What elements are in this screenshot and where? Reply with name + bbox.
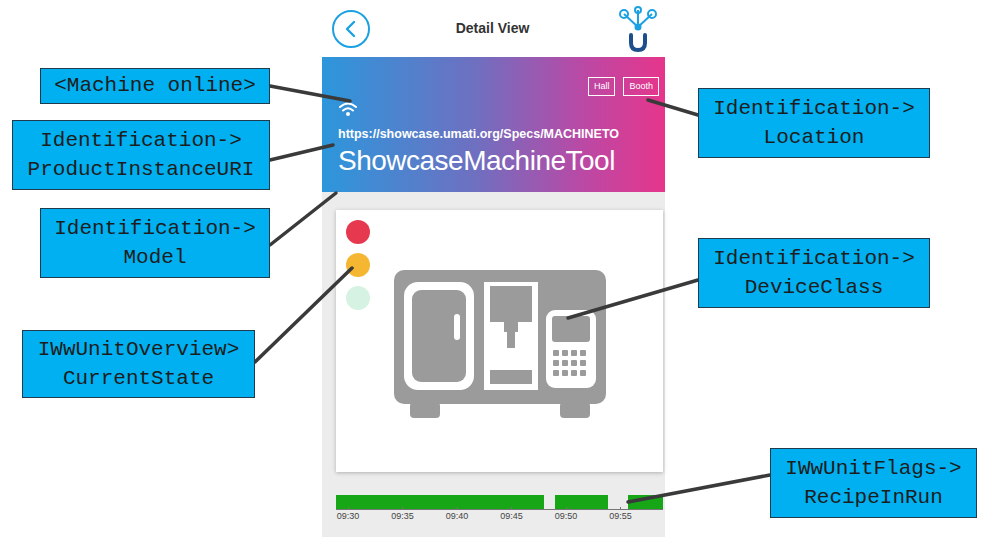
callout-text: ProductInstanceURI [28,155,255,184]
machine-card [336,210,663,472]
connector-line [270,86,350,101]
callout-box: IWwUnitOverview>CurrentState [22,330,255,398]
callout-text: IWwUnitOverview> [38,335,240,364]
tick-mark [402,507,403,510]
tick-mark [620,507,621,510]
annotated-screenshot: Detail View Hall Booth https://showcase.uma… [0,0,989,537]
callout-text: DeviceClass [745,273,884,302]
timeline-track [336,495,663,510]
app-header: Detail View [322,0,665,57]
timeline-axis: 09:30 09:35 09:40 09:45 09:50 09:55 [336,510,663,524]
callout-text: Location [764,123,865,152]
callout-text: Identification-> [54,214,256,243]
status-lights [336,210,380,472]
status-light [346,253,370,277]
tick-mark [457,507,458,510]
tick-label: 09:40 [446,511,469,522]
connector-line [628,475,770,502]
tick-label: 09:30 [337,511,360,522]
run-segment [336,495,544,509]
run-segment [628,495,663,509]
connector-line [648,100,698,115]
callout-text: CurrentState [63,364,214,393]
connector-line [270,193,336,245]
callout-text: <Machine online> [54,71,256,100]
device-class [380,210,663,472]
callout-text: Model [123,243,186,272]
tick-label: 09:55 [609,511,632,522]
callout-text: RecipeInRun [804,483,943,512]
location-badges: Hall Booth [338,77,663,96]
umati-logo[interactable] [615,5,661,53]
location-badge: Hall [588,77,616,96]
callout-box: IWwUnitFlags->RecipeInRun [770,448,977,518]
content-area: 09:30 09:35 09:40 09:45 09:50 09:55 [322,192,665,537]
page-title: Detail View [456,18,530,39]
callout-text: Identification-> [40,126,242,155]
run-segment [555,495,608,509]
machine-banner: Hall Booth https://showcase.umati.org/Spec… [322,57,665,192]
callout-text: Identification-> [713,94,915,123]
tick-label: 09:45 [500,511,523,522]
callout-text: IWwUnitFlags-> [785,454,961,483]
connector-line [270,145,333,160]
umati-logo-icon [615,5,661,53]
callout-box: Identification->Model [40,208,270,278]
callout-box: <Machine online> [40,68,270,104]
product-instance-uri[interactable]: https://showcase.umati.org/Specs/MACHINE… [338,126,663,143]
callout-text: Identification-> [713,244,915,273]
machine-tool-icon [390,266,610,426]
tick-mark [566,507,567,510]
back-button[interactable] [332,10,370,48]
status-light [346,286,370,310]
phone-screen: Detail View Hall Booth https://showcase.uma… [322,0,665,537]
recipe-in-run-timeline: 09:30 09:35 09:40 09:45 09:50 09:55 [336,495,663,524]
callout-box: Identification->ProductInstanceURI [12,120,270,190]
location-badge: Booth [623,77,659,96]
status-light [346,220,370,244]
tick-mark [348,507,349,510]
chevron-left-icon [341,19,361,39]
tick-label: 09:50 [555,511,578,522]
connector-line [568,280,698,318]
connector-line [255,268,352,362]
machine-model: ShowcaseMachineTool [338,143,663,178]
tick-mark [511,507,512,510]
callout-box: Identification->Location [698,88,930,158]
online-indicator [338,96,663,112]
callout-box: Identification->DeviceClass [698,238,930,308]
tick-label: 09:35 [391,511,414,522]
wifi-icon [338,101,358,117]
